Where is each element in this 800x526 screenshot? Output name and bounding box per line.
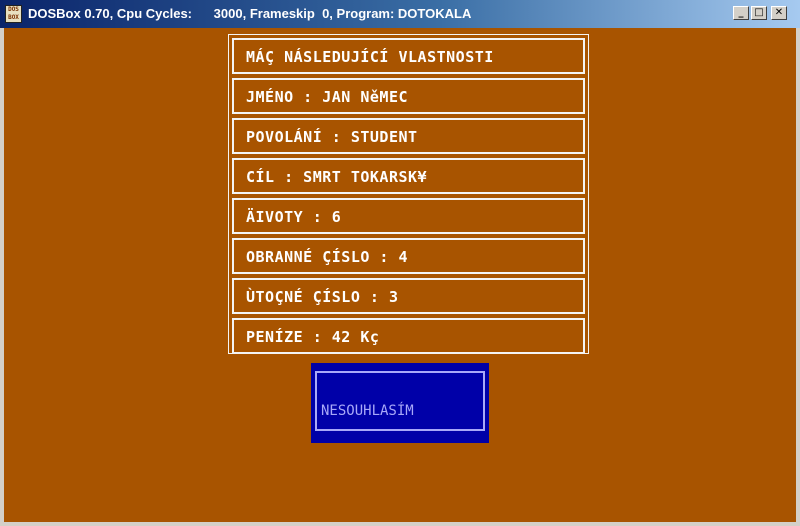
close-button[interactable]: ✕ [771, 6, 787, 20]
maximize-button[interactable]: □ [751, 6, 767, 20]
stat-attack: ÙTOÇNÉ ÇÍSLO : 3 [246, 288, 399, 306]
stat-row-profession: POVOLÁNÍ : STUDENT [232, 118, 585, 154]
stat-row-lives: ÄIVOTY : 6 [232, 198, 585, 234]
stat-goal: CÍL : SMRT TOKARSK¥ [246, 168, 428, 186]
stat-row-defense: OBRANNÉ ÇÍSLO : 4 [232, 238, 585, 274]
stat-row-attack: ÙTOÇNÉ ÇÍSLO : 3 [232, 278, 585, 314]
title-bar[interactable]: DOS BOX DOSBox 0.70, Cpu Cycles: 3000, F… [0, 0, 800, 28]
stat-money: PENÍZE : 42 Kç [246, 328, 380, 346]
stat-name: JMÉNO : JAN NěMEC [246, 88, 409, 106]
stats-heading: MÁÇ NÁSLEDUJÍCÍ VLASTNOSTI [246, 48, 494, 66]
stat-row-money: PENÍZE : 42 Kç [232, 318, 585, 354]
dos-screen: MÁÇ NÁSLEDUJÍCÍ VLASTNOSTI JMÉNO : JAN N… [4, 28, 796, 522]
disagree-button-label: NESOUHLASÍM [321, 403, 414, 419]
character-stats-panel: MÁÇ NÁSLEDUJÍCÍ VLASTNOSTI JMÉNO : JAN N… [228, 34, 589, 354]
dosbox-app-icon[interactable]: DOS BOX [5, 5, 22, 23]
stat-defense: OBRANNÉ ÇÍSLO : 4 [246, 248, 409, 266]
disagree-button-frame: NESOUHLASÍM [315, 371, 485, 431]
dosbox-window: DOS BOX DOSBox 0.70, Cpu Cycles: 3000, F… [0, 0, 800, 526]
stat-profession: POVOLÁNÍ : STUDENT [246, 128, 418, 146]
stat-lives: ÄIVOTY : 6 [246, 208, 342, 226]
stats-heading-row: MÁÇ NÁSLEDUJÍCÍ VLASTNOSTI [232, 38, 585, 74]
window-title: DOSBox 0.70, Cpu Cycles: 3000, Frameskip… [28, 6, 472, 21]
disagree-button[interactable]: NESOUHLASÍM [311, 363, 489, 443]
stat-row-goal: CÍL : SMRT TOKARSK¥ [232, 158, 585, 194]
stat-row-name: JMÉNO : JAN NěMEC [232, 78, 585, 114]
minimize-button[interactable]: _ [733, 6, 749, 20]
